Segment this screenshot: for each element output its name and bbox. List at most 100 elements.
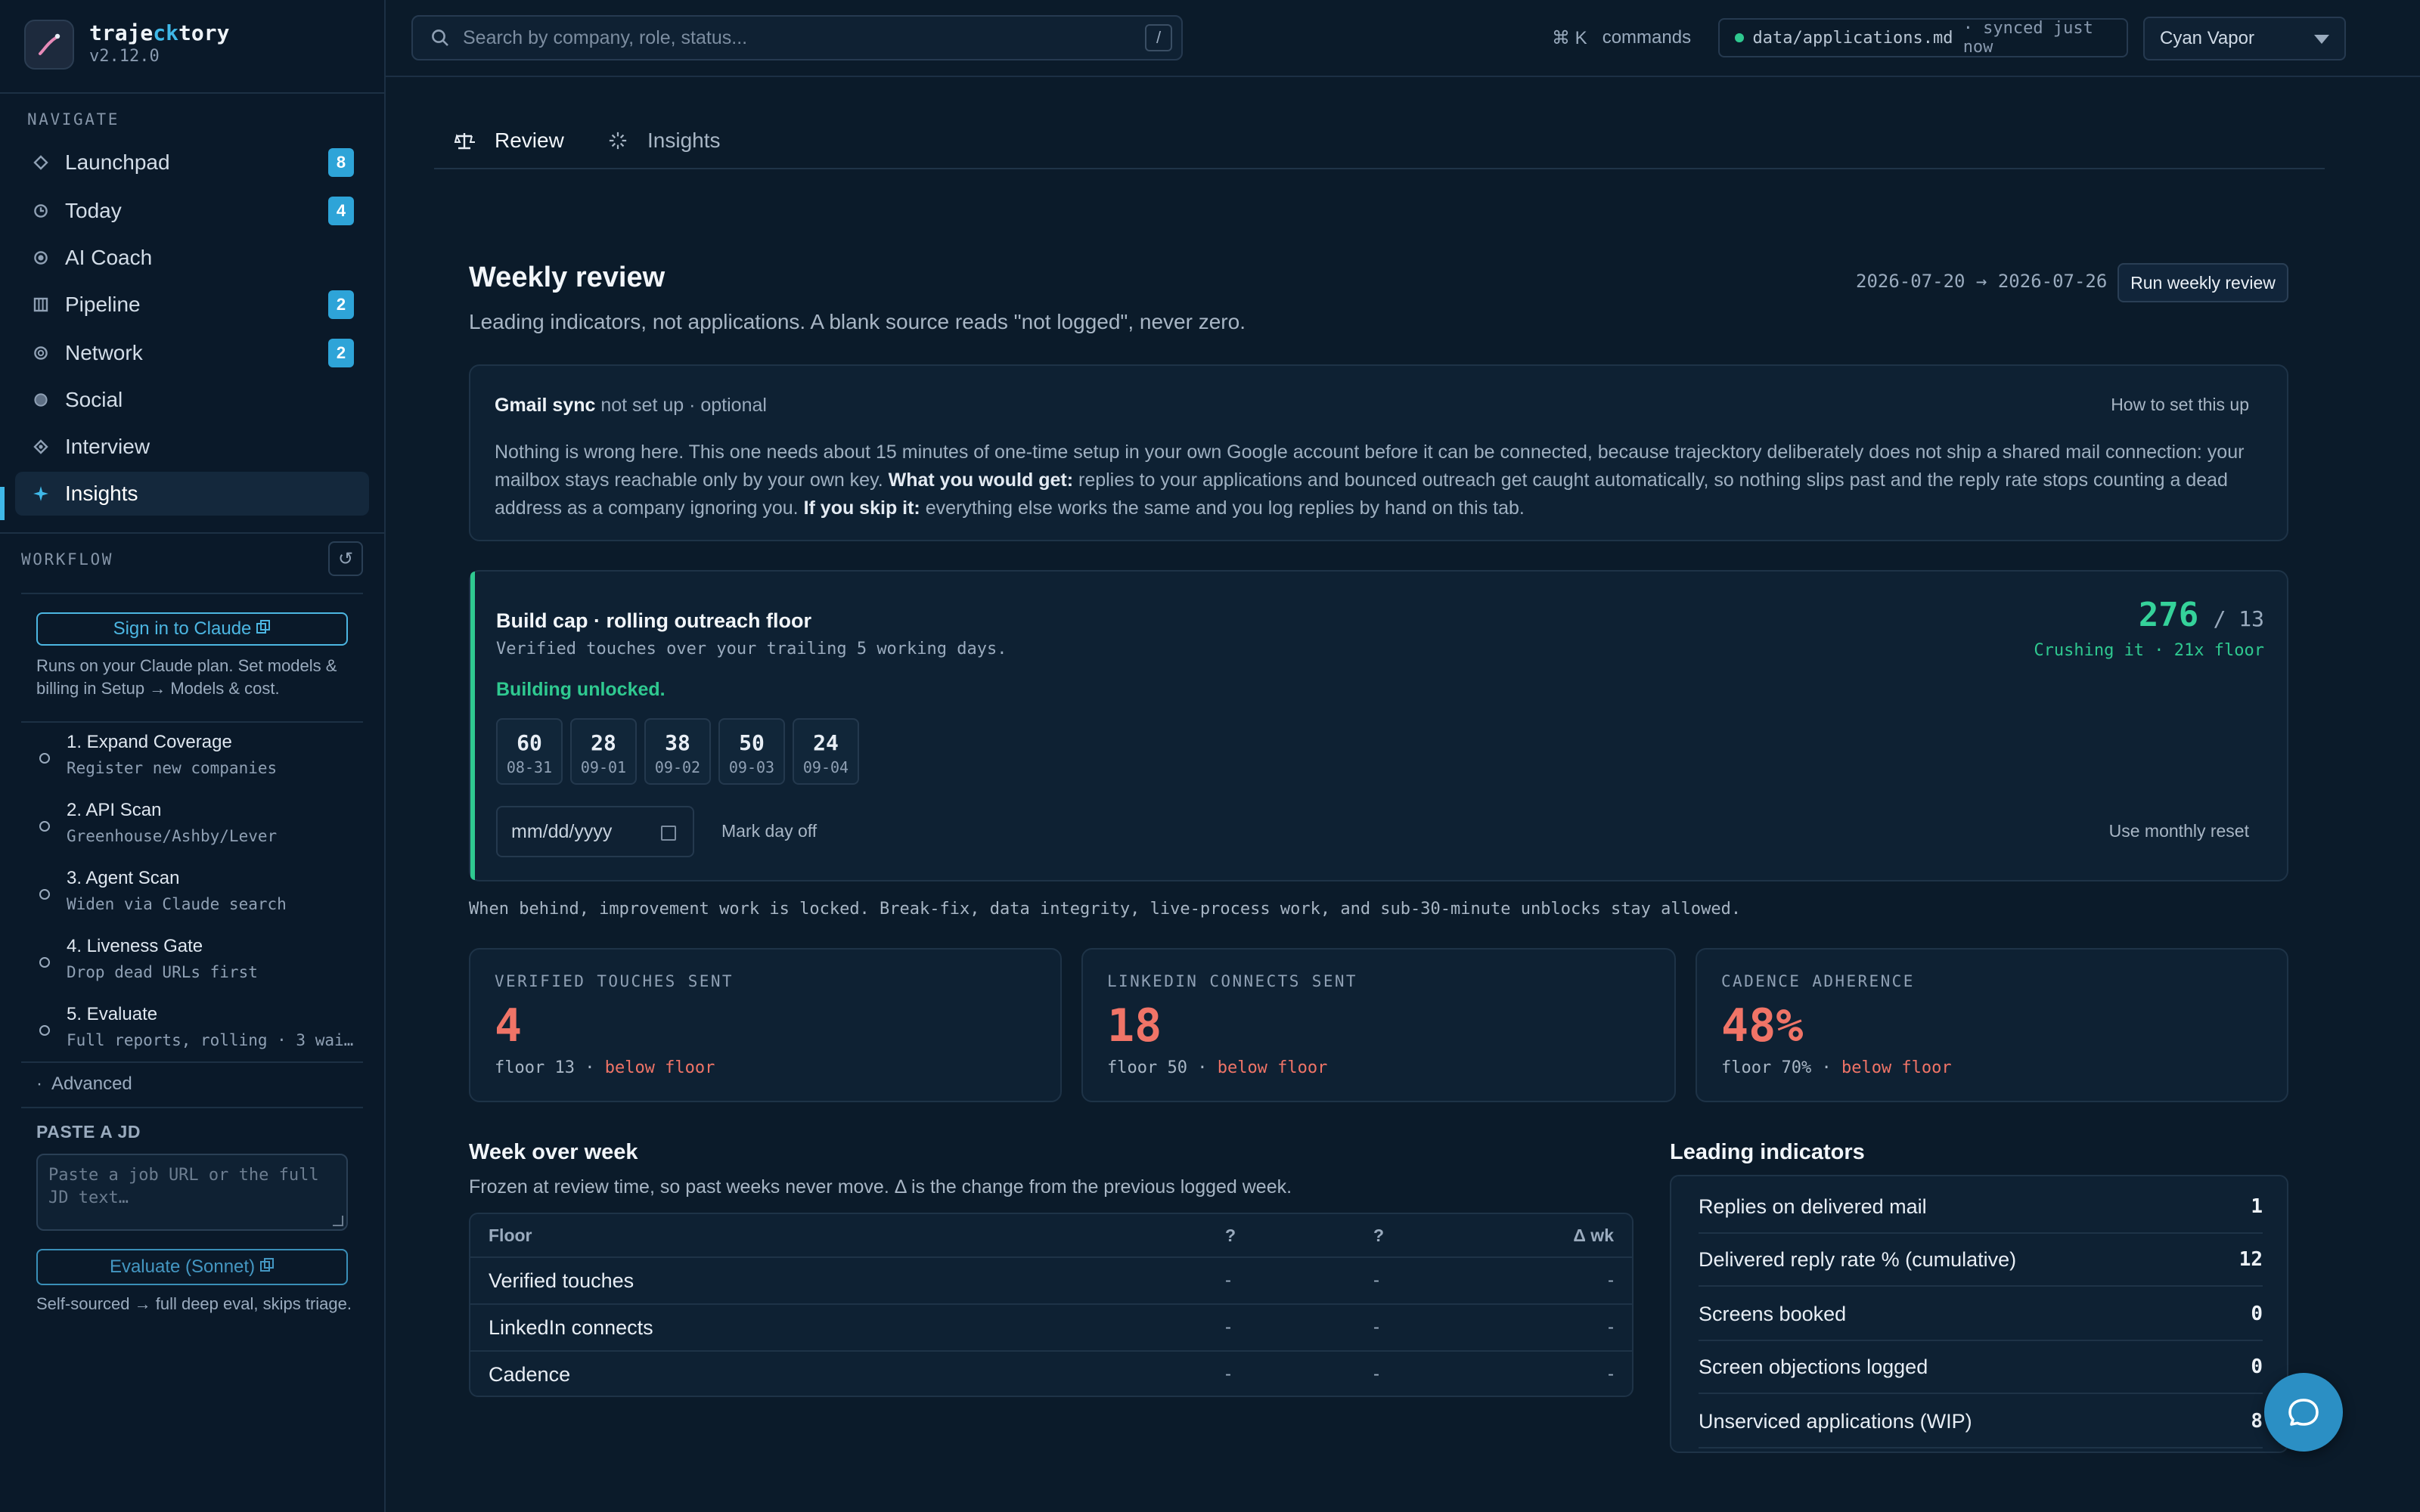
count-badge: 2 [328, 290, 354, 319]
mark-day-off-button[interactable]: Mark day off [721, 821, 817, 841]
build-cap-subtitle: Verified touches over your trailing 5 wo… [496, 640, 1007, 658]
tab-review[interactable]: Review [454, 129, 564, 153]
build-cap-card: Build cap · rolling outreach floor Verif… [469, 570, 2288, 881]
indicator-value: 12 [2238, 1248, 2263, 1271]
search-icon [432, 29, 448, 46]
sidebar-item-ai-coach[interactable]: AI Coach [15, 236, 369, 280]
copy-icon [256, 618, 271, 640]
topbar: Search by company, role, status... / ⌘ K… [386, 0, 2420, 77]
step-status-icon [39, 889, 50, 900]
cell-value: - [1608, 1270, 1614, 1290]
command-palette-button[interactable]: ⌘ K commands [1552, 27, 1691, 49]
search-shortcut: / [1145, 24, 1172, 51]
sidebar-item-network[interactable]: Network 2 [15, 331, 369, 375]
indicator-label: Screen objections logged [1699, 1355, 1928, 1378]
day-count-box: 28 09-01 [570, 718, 637, 785]
page-subtitle: Leading indicators, not applications. A … [469, 310, 1246, 333]
stat-card-cadence: CADENCE ADHERENCE 48% floor 70% · below … [1696, 948, 2288, 1102]
refresh-icon: ↺ [337, 548, 354, 569]
stat-value: 48% [1721, 999, 1804, 1052]
column-header: Δ wk [1573, 1225, 1614, 1245]
sidebar: trajecktory v2.12.0 NAVIGATE Launchpad 8… [0, 0, 386, 1512]
workflow-label: WORKFLOW [21, 550, 113, 569]
evaluate-note: Self-sourced → full deep eval, skips tri… [36, 1294, 352, 1313]
step-subtitle: Drop dead URLs first [67, 963, 258, 981]
cell-value: - [1373, 1364, 1379, 1384]
step-title: 3. Agent Scan [67, 868, 180, 888]
tab-insights[interactable]: Insights [608, 129, 721, 153]
indicator-value: 0 [2251, 1356, 2263, 1378]
run-weekly-review-button[interactable]: Run weekly review [2118, 263, 2288, 302]
diamond-dot-icon [32, 439, 50, 454]
sync-status[interactable]: data/applications.md · synced just now [1718, 18, 2128, 57]
sidebar-item-interview[interactable]: Interview [15, 425, 369, 469]
bullet-icon: · [36, 1074, 42, 1094]
sidebar-item-pipeline[interactable]: Pipeline 2 [15, 283, 369, 327]
advanced-toggle[interactable]: · Advanced [36, 1074, 132, 1095]
week-over-week-title: Week over week [469, 1140, 638, 1164]
row-label: Verified touches [489, 1269, 634, 1292]
tab-label: Review [495, 129, 564, 152]
table-row: Cadence - - - [470, 1350, 1632, 1396]
leading-indicators-list: Replies on delivered mail 1 Delivered rep… [1670, 1175, 2288, 1453]
step-subtitle: Full reports, rolling · 3 wai… [67, 1031, 354, 1049]
how-to-setup-link[interactable]: How to set this up [2111, 395, 2249, 415]
sidebar-item-launchpad[interactable]: Launchpad 8 [15, 141, 369, 184]
jd-placeholder: Paste a job URL or the full JD text… [48, 1166, 319, 1207]
refresh-button[interactable]: ↺ [328, 541, 363, 576]
day-off-date-input[interactable]: mm/dd/yyyy [496, 806, 694, 857]
sparkle-icon [32, 485, 50, 502]
stat-value: 4 [495, 999, 523, 1052]
cell-value: - [1225, 1364, 1231, 1384]
list-item: Unserviced applications (WIP) 8 [1699, 1396, 2263, 1448]
sidebar-item-social[interactable]: Social [15, 378, 369, 422]
indicator-value: 1 [2251, 1195, 2263, 1218]
sidebar-item-today[interactable]: Today 4 [15, 189, 369, 233]
resize-handle-icon[interactable] [333, 1216, 343, 1226]
sidebar-item-insights[interactable]: Insights [15, 472, 369, 516]
stat-label: LINKEDIN CONNECTS SENT [1107, 972, 1357, 990]
stat-floor: floor 13 · below floor [495, 1058, 715, 1077]
calendar-icon[interactable] [661, 826, 676, 841]
list-item: Screen objections logged 0 [1699, 1341, 2263, 1394]
date-range: 2026-07-20 → 2026-07-26 [1856, 271, 2108, 292]
count-badge: 2 [328, 339, 354, 367]
divider [21, 1061, 363, 1063]
cell-value: - [1608, 1317, 1614, 1337]
advanced-label: Advanced [51, 1074, 132, 1094]
date-placeholder: mm/dd/yyyy [511, 820, 613, 842]
chat-button[interactable] [2264, 1373, 2343, 1452]
paste-jd-label: PASTE A JD [36, 1122, 141, 1142]
step-status-icon [39, 821, 50, 832]
chevron-down-icon [2314, 35, 2329, 44]
build-status: Building unlocked. [496, 679, 666, 700]
brand[interactable]: trajecktory v2.12.0 [24, 20, 229, 70]
divider [21, 593, 363, 594]
jd-input[interactable]: Paste a job URL or the full JD text… [36, 1154, 348, 1231]
sidebar-item-label: Launchpad [65, 150, 170, 174]
sidebar-item-label: Pipeline [65, 293, 141, 316]
theme-select[interactable]: Cyan Vapor [2143, 17, 2346, 60]
column-header: ? [1373, 1225, 1385, 1245]
command-key: ⌘ K [1552, 28, 1587, 48]
indicator-label: Replies on delivered mail [1699, 1194, 1927, 1218]
list-item: Screens booked 0 [1699, 1288, 2263, 1341]
ring-icon [32, 345, 50, 361]
page-title: Weekly review [469, 262, 666, 293]
indicator-label: Unserviced applications (WIP) [1699, 1409, 1972, 1433]
evaluate-button[interactable]: Evaluate (Sonnet) [36, 1249, 348, 1285]
monthly-reset-button[interactable]: Use monthly reset [2109, 821, 2249, 841]
sign-in-claude-button[interactable]: Sign in to Claude [36, 612, 348, 646]
cell-value: - [1373, 1317, 1379, 1337]
step-status-icon [39, 1025, 50, 1036]
divider [0, 92, 384, 94]
step-status-icon [39, 753, 50, 764]
scale-icon [454, 133, 475, 150]
column-header: Floor [489, 1225, 532, 1245]
sidebar-item-label: Insights [65, 482, 138, 505]
theme-value: Cyan Vapor [2160, 28, 2254, 48]
row-label: LinkedIn connects [489, 1315, 653, 1339]
divider [21, 1107, 363, 1108]
search-input[interactable]: Search by company, role, status... / [411, 15, 1183, 60]
diamond-outline-icon [32, 155, 50, 170]
